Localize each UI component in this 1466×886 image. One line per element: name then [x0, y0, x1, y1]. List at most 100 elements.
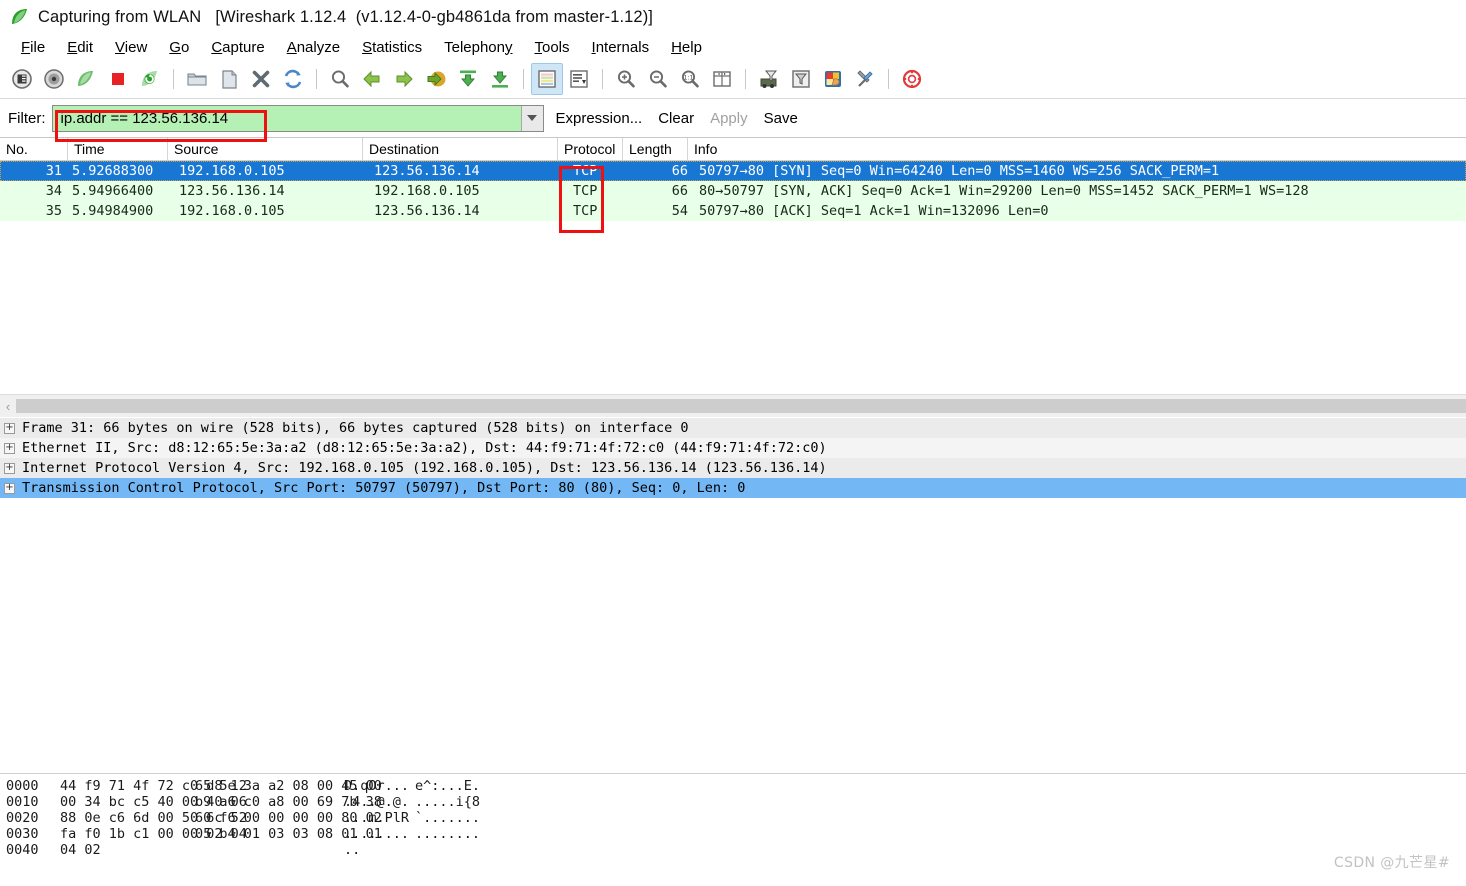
hex-ascii-1: .4..@.@.: [344, 794, 410, 810]
hex-row[interactable]: 0030 fa f0 1b c1 00 00 02 04 05 b4 01 03…: [0, 826, 1466, 842]
open-file-icon[interactable]: [181, 63, 213, 95]
cell-info: 80→50797 [SYN, ACK] Seq=0 Ack=1 Win=2920…: [699, 183, 1309, 199]
hex-row[interactable]: 0040 04 02 ..: [0, 842, 1466, 858]
go-first-packet-icon[interactable]: [452, 63, 484, 95]
expression-button[interactable]: Expression...: [556, 110, 643, 127]
cell-no: 35: [45, 203, 62, 219]
expand-plus-icon[interactable]: +: [4, 482, 15, 494]
hex-bytes-2: 65 5e 3a a2 08 00 45 00: [195, 778, 382, 794]
cell-destination: 123.56.136.14: [374, 203, 480, 219]
colorize-packet-list-icon[interactable]: [531, 63, 563, 95]
preferences-icon[interactable]: [849, 63, 881, 95]
detail-row-label: Frame 31: 66 bytes on wire (528 bits), 6…: [22, 420, 689, 436]
go-forward-icon[interactable]: [388, 63, 420, 95]
filter-combobox[interactable]: [51, 104, 544, 132]
column-header-time[interactable]: Time: [68, 138, 168, 160]
cell-protocol: TCP: [573, 183, 598, 199]
capture-filters-icon[interactable]: [753, 63, 785, 95]
hex-bytes-1: 00 34 bc c5 40 00 40 06: [60, 794, 247, 810]
resize-columns-icon[interactable]: [706, 63, 738, 95]
zoom-reset-icon[interactable]: 1:1: [674, 63, 706, 95]
hex-ascii-2: e^:...E.: [415, 778, 481, 794]
menu-analyze[interactable]: Analyze: [276, 39, 351, 56]
cell-no: 31: [45, 163, 62, 179]
menu-tools-label: ools: [542, 38, 570, 56]
detail-row-tcp[interactable]: + Transmission Control Protocol, Src Por…: [0, 478, 1466, 498]
go-to-packet-icon[interactable]: [420, 63, 452, 95]
cell-length: 66: [671, 163, 688, 179]
coloring-rules-icon[interactable]: [817, 63, 849, 95]
chevron-down-icon: [527, 115, 537, 121]
start-capture-icon[interactable]: [70, 63, 102, 95]
menu-go-label: o: [180, 38, 190, 56]
column-header-info[interactable]: Info: [688, 138, 1466, 160]
menu-edit[interactable]: Edit: [56, 39, 104, 56]
hex-row[interactable]: 0020 88 0e c6 6d 00 50 6c 52 60 f6 00 00…: [0, 810, 1466, 826]
detail-row-label: Transmission Control Protocol, Src Port:…: [22, 480, 746, 496]
menu-telephony[interactable]: Telephony: [433, 39, 523, 56]
zoom-in-icon[interactable]: [610, 63, 642, 95]
menu-view[interactable]: View: [104, 39, 158, 56]
detail-row-ipv4[interactable]: + Internet Protocol Version 4, Src: 192.…: [0, 458, 1466, 478]
hex-ascii-2: `.......: [415, 810, 481, 826]
cell-info: 50797→80 [ACK] Seq=1 Ack=1 Win=132096 Le…: [699, 203, 1049, 219]
column-header-source[interactable]: Source: [168, 138, 363, 160]
expand-plus-icon[interactable]: +: [4, 442, 15, 454]
expand-plus-icon[interactable]: +: [4, 422, 15, 434]
hex-bytes-2: 05 b4 01 03 03 08 01 01: [195, 826, 382, 842]
save-filter-button[interactable]: Save: [764, 110, 798, 127]
detail-row-ethernet[interactable]: + Ethernet II, Src: d8:12:65:5e:3a:a2 (d…: [0, 438, 1466, 458]
zoom-out-icon[interactable]: [642, 63, 674, 95]
menu-help[interactable]: Help: [660, 39, 713, 56]
menu-go[interactable]: Go: [158, 39, 200, 56]
menu-file[interactable]: File: [10, 39, 56, 56]
packet-list-horizontal-scrollbar[interactable]: ‹: [0, 394, 1466, 417]
close-file-icon[interactable]: [245, 63, 277, 95]
reload-file-icon[interactable]: [277, 63, 309, 95]
toolbar-separator: [173, 69, 174, 89]
column-header-destination[interactable]: Destination: [363, 138, 558, 160]
menu-statistics[interactable]: Statistics: [351, 39, 433, 56]
auto-scroll-icon[interactable]: [563, 63, 595, 95]
hex-offset: 0030: [6, 826, 39, 842]
apply-filter-button[interactable]: Apply: [710, 110, 748, 127]
packet-list-empty-area: [0, 221, 1466, 394]
help-contents-icon[interactable]: [896, 63, 928, 95]
save-file-icon[interactable]: [213, 63, 245, 95]
capture-options-icon[interactable]: [38, 63, 70, 95]
packet-bytes-pane: 0000 44 f9 71 4f 72 c0 d8 12 65 5e 3a a2…: [0, 773, 1466, 858]
hex-bytes-1: 04 02: [60, 842, 101, 858]
menu-tools[interactable]: Tools: [524, 39, 581, 56]
hex-bytes-2: 60 f6 00 00 00 00 80 02: [195, 810, 382, 826]
cell-source: 192.168.0.105: [179, 203, 285, 219]
menu-internals[interactable]: Internals: [581, 39, 661, 56]
find-packet-icon[interactable]: [324, 63, 356, 95]
watermark-text: CSDN @九芒星#: [1333, 855, 1450, 871]
chevron-left-icon[interactable]: ‹: [0, 395, 16, 417]
go-back-icon[interactable]: [356, 63, 388, 95]
go-last-packet-icon[interactable]: [484, 63, 516, 95]
restart-capture-icon[interactable]: [134, 63, 166, 95]
hex-ascii-2: .....i{8: [415, 794, 481, 810]
column-header-protocol[interactable]: Protocol: [558, 138, 623, 160]
filter-input[interactable]: [52, 105, 521, 131]
expand-plus-icon[interactable]: +: [4, 462, 15, 474]
column-header-length[interactable]: Length: [623, 138, 688, 160]
hex-row[interactable]: 0000 44 f9 71 4f 72 c0 d8 12 65 5e 3a a2…: [0, 778, 1466, 794]
stop-capture-icon[interactable]: [102, 63, 134, 95]
menu-help-label: elp: [681, 38, 702, 56]
table-row[interactable]: 31 5.92688300 192.168.0.105 123.56.136.1…: [0, 161, 1466, 181]
display-filters-icon[interactable]: [785, 63, 817, 95]
interfaces-icon[interactable]: [6, 63, 38, 95]
clear-filter-button[interactable]: Clear: [658, 110, 694, 127]
hex-row[interactable]: 0010 00 34 bc c5 40 00 40 06 b9 a6 c0 a8…: [0, 794, 1466, 810]
column-header-no[interactable]: No.: [0, 138, 68, 160]
filter-dropdown-button[interactable]: [520, 105, 543, 131]
table-row[interactable]: 35 5.94984900 192.168.0.105 123.56.136.1…: [0, 201, 1466, 221]
toolbar-separator: [523, 69, 524, 89]
scrollbar-thumb[interactable]: [16, 399, 1466, 413]
table-row[interactable]: 34 5.94966400 123.56.136.14 192.168.0.10…: [0, 181, 1466, 201]
hex-offset: 0010: [6, 794, 39, 810]
menu-capture[interactable]: Capture: [200, 39, 275, 56]
detail-row-frame[interactable]: + Frame 31: 66 bytes on wire (528 bits),…: [0, 418, 1466, 438]
